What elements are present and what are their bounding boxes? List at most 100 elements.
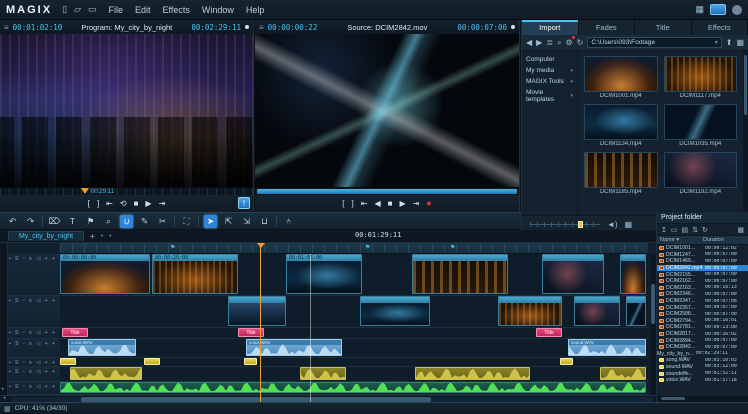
file-card[interactable]: DCIM1035.mp4	[664, 104, 738, 147]
import-vertical-scrollbar[interactable]	[743, 51, 748, 215]
sound-effect-clip[interactable]	[415, 367, 530, 380]
audio-clip[interactable]: sound.WAV	[568, 339, 646, 356]
file-thumbnail[interactable]	[584, 56, 658, 92]
timeline-marker-icon[interactable]: ⚑	[450, 244, 455, 251]
video-clip[interactable]	[542, 254, 604, 294]
add-track-button[interactable]: +	[1, 387, 5, 393]
scrollbar-track[interactable]	[11, 397, 654, 402]
save-icon[interactable]: ▭	[88, 4, 97, 15]
track-4[interactable]: voice.WAVvoice.WAVsound.WAV	[60, 339, 648, 358]
monitor-menu-icon[interactable]: ≡	[259, 23, 264, 32]
track-header-3[interactable]: ▪ S ◦ ≡ ◁ + +	[8, 328, 60, 339]
title-button[interactable]: T	[66, 215, 79, 228]
upgrade-button[interactable]	[710, 4, 726, 15]
add-sequence-button[interactable]: +	[90, 232, 95, 241]
duration-column-header[interactable]: Duration	[703, 237, 748, 243]
path-input[interactable]: C:\Users\093\Footage▾	[587, 37, 721, 48]
timeline-marker-icon[interactable]: ⚑	[365, 244, 370, 251]
timeline-project-tab[interactable]: My_city_by_night	[8, 231, 84, 241]
menu-window[interactable]: Window	[202, 5, 234, 15]
play-button[interactable]: ▶	[399, 200, 405, 208]
stop-button[interactable]: ■	[134, 200, 139, 208]
menu-help[interactable]: Help	[246, 5, 265, 15]
redo-button[interactable]: ↷	[24, 215, 37, 228]
tab-title[interactable]: Title	[635, 20, 692, 35]
project-file-row[interactable]: DCIM1469...00:00:07:00	[657, 258, 748, 265]
track-header-2[interactable]: ▪ S ◦ ≡ ◁ + +	[8, 296, 60, 328]
short-audio-clip[interactable]	[244, 358, 257, 365]
record-button[interactable]: ●	[426, 199, 431, 208]
stretch-mode-button[interactable]: ⇱	[222, 215, 235, 228]
jump-start-button[interactable]: ⇤	[106, 200, 113, 208]
mouse-mode-button[interactable]: ➤	[204, 215, 217, 228]
set-in-button[interactable]: [	[342, 200, 344, 208]
file-thumbnail[interactable]	[664, 56, 738, 92]
source-scrub-bar[interactable]	[255, 187, 519, 195]
short-audio-clip[interactable]	[560, 358, 573, 365]
film-icon[interactable]: ▤	[682, 226, 689, 234]
preview-fullscreen-button[interactable]: !	[238, 197, 250, 209]
import-file-icon[interactable]: ↥	[661, 226, 667, 234]
link-icon[interactable]: ⇅	[692, 226, 698, 234]
thumbnail-size-slider[interactable]	[530, 222, 600, 227]
file-card[interactable]: DCIM1134.mp4	[584, 104, 658, 147]
scrub-position-marker[interactable]	[81, 188, 89, 194]
project-file-row[interactable]: song.WAV00:03:10:03	[657, 357, 748, 364]
project-file-row[interactable]: soundeffe...00:01:52:11	[657, 370, 748, 377]
project-file-row[interactable]: DCIM2357...00:00:07:00	[657, 304, 748, 311]
magnet-snap-button[interactable]: ⊃	[120, 215, 133, 228]
track-3[interactable]: TitleTitleTitle	[60, 328, 648, 339]
video-clip[interactable]	[412, 254, 508, 294]
tab-effects[interactable]: Effects	[692, 20, 748, 35]
cut-button[interactable]: ✂	[156, 215, 169, 228]
tree-item-computer[interactable]: Computer	[525, 54, 574, 65]
tab-fades[interactable]: Fades	[579, 20, 636, 35]
project-file-row[interactable]: DCIM1247...00:00:07:00	[657, 252, 748, 259]
tab-overflow-icon[interactable]: • •	[101, 233, 114, 240]
monitor-options-icon[interactable]	[511, 25, 515, 29]
track-header-7[interactable]: ▪ S ◦ ≡ ◁ + +	[8, 382, 60, 395]
video-clip[interactable]: 00:00:00:00	[60, 254, 150, 294]
monitor-options-icon[interactable]	[245, 25, 249, 29]
title-clip[interactable]: Title	[536, 328, 562, 337]
curve-mode-button[interactable]: ⊔	[258, 215, 271, 228]
project-file-row[interactable]: DCIM1001...00:00:12:02	[657, 245, 748, 252]
video-clip[interactable]: 00:00:26:00	[152, 254, 238, 294]
loop-button[interactable]: ⟲	[120, 200, 127, 208]
track-2[interactable]	[60, 296, 648, 328]
track-header-4[interactable]: ▪ S ◦ ≡ ◁ + +	[8, 339, 60, 358]
playhead[interactable]	[260, 243, 261, 402]
project-file-row[interactable]: DCIM2163...00:00:16:13	[657, 285, 748, 292]
jump-end-button[interactable]: ⇥	[413, 200, 420, 208]
file-card[interactable]: DCIM1001.mp4	[584, 56, 658, 99]
open-folder-icon[interactable]: ▱	[74, 4, 81, 15]
project-file-row[interactable]: DCIM2842.mp400:00:07:00	[657, 265, 748, 272]
file-thumbnail[interactable]	[584, 152, 658, 188]
video-clip[interactable]	[574, 296, 620, 326]
name-column-header[interactable]: Name ▾	[657, 237, 703, 243]
title-clip[interactable]: Title	[62, 328, 88, 337]
slider-handle[interactable]	[578, 221, 583, 228]
move-mode-button[interactable]: ⇲	[240, 215, 253, 228]
sound-effect-clip[interactable]	[70, 367, 142, 380]
split-button[interactable]: ⑃	[282, 215, 295, 228]
menu-effects[interactable]: Effects	[162, 5, 189, 15]
settings-icon[interactable]: ⚙	[566, 38, 573, 47]
file-card[interactable]: DCIM1182.mp4	[664, 152, 738, 195]
timeline-canvas[interactable]: 00:00:00:0000:00:26:0000:01:05:00TitleTi…	[60, 254, 648, 395]
file-card[interactable]: DCIM1185.mp4	[584, 152, 658, 195]
project-file-row[interactable]: DCIM2817...00:00:16:02	[657, 331, 748, 338]
track-5[interactable]	[60, 358, 648, 367]
monitor-menu-icon[interactable]: ≡	[4, 23, 9, 32]
project-file-row[interactable]: DCIM2346...00:00:07:00	[657, 291, 748, 298]
video-clip[interactable]	[498, 296, 562, 326]
search-object-button[interactable]: ⌕	[102, 215, 115, 228]
grid-view-icon[interactable]: ▦	[736, 38, 744, 47]
sound-effect-clip[interactable]	[600, 367, 646, 380]
search-icon[interactable]: ⌕	[557, 38, 561, 48]
file-thumbnail[interactable]	[664, 104, 738, 140]
jump-start-button[interactable]: ⇤	[361, 200, 368, 208]
tree-view-icon[interactable]: ≣	[546, 38, 553, 47]
back-button[interactable]: ◀	[526, 38, 532, 47]
timeline-marker-icon[interactable]: ⚑	[170, 244, 175, 251]
